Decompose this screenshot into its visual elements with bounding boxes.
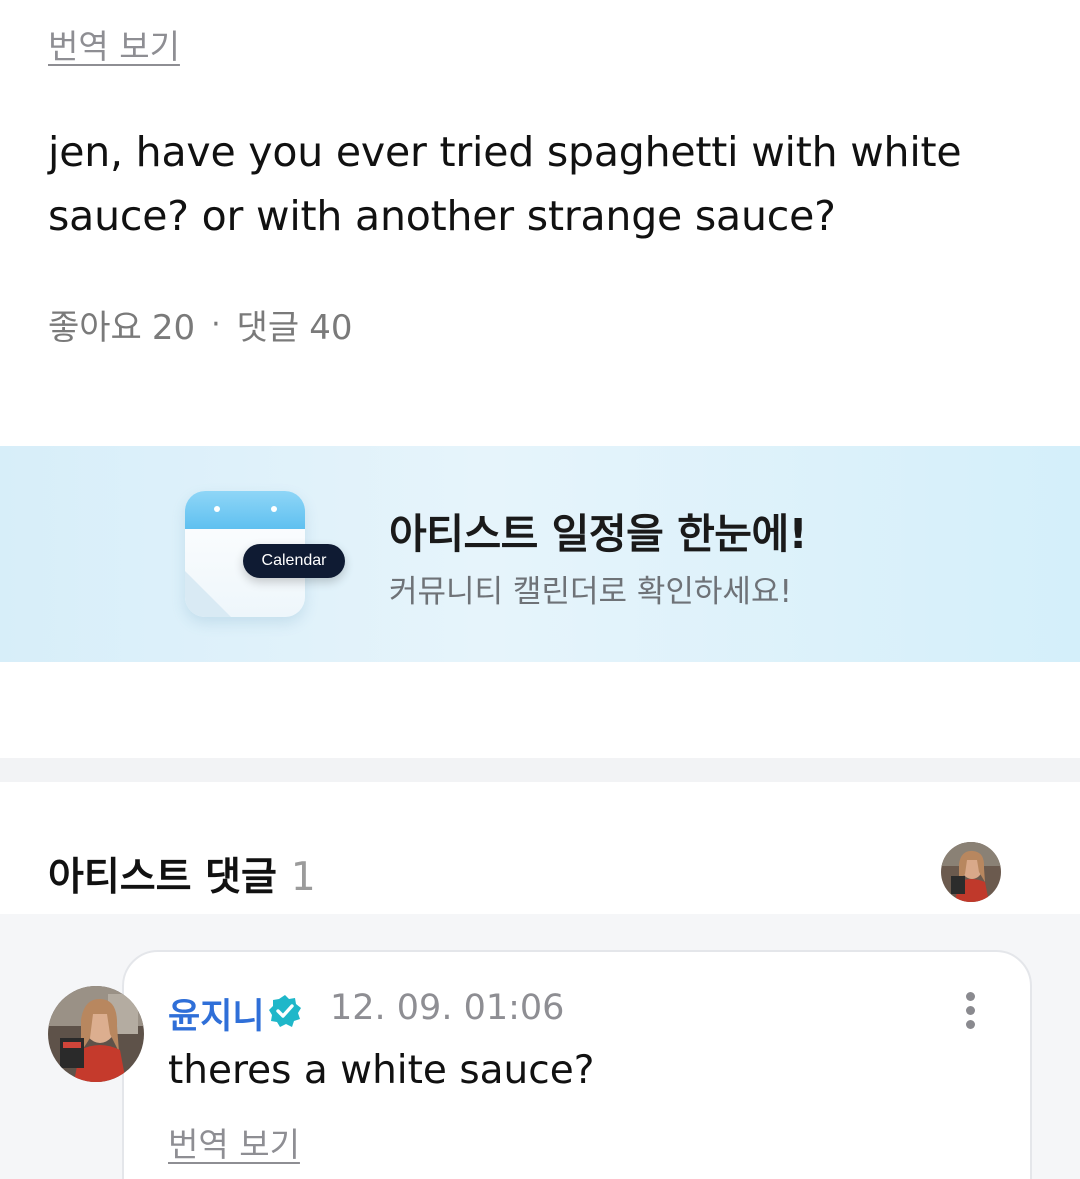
post-translate-link[interactable]: 번역 보기 — [48, 20, 180, 68]
comments-label: 댓글 — [236, 308, 300, 348]
post-body-text: jen, have you ever tried spaghetti with … — [48, 128, 962, 240]
comments-stat[interactable]: 댓글 40 — [237, 300, 353, 349]
artist-avatar-icon[interactable] — [941, 842, 1001, 902]
likes-stat[interactable]: 좋아요 20 — [48, 300, 195, 349]
artist-comments-title: 아티스트 댓글 — [48, 855, 277, 900]
calendar-badge: Calendar — [243, 544, 345, 578]
comment-author-name[interactable]: 윤지니 — [168, 988, 265, 1039]
section-divider — [0, 758, 1080, 782]
more-options-icon[interactable] — [952, 988, 988, 1032]
comment-translate-link[interactable]: 번역 보기 — [168, 1118, 300, 1166]
comment-author-avatar[interactable] — [48, 986, 144, 1082]
likes-count: 20 — [151, 308, 196, 348]
banner-title: 아티스트 일정을 한눈에! — [389, 510, 807, 558]
post-stats: 좋아요 20 · 댓글 40 — [48, 300, 352, 349]
likes-label: 좋아요 — [48, 308, 142, 348]
comments-count: 40 — [309, 308, 353, 348]
comment-timestamp: 12. 09. 01:06 — [330, 988, 565, 1028]
comment-text: theres a white sauce? — [168, 1048, 595, 1093]
artist-comments-header: 아티스트 댓글 1 — [48, 846, 316, 902]
verified-badge-icon — [269, 995, 301, 1027]
community-post-page: 번역 보기 jen, have you ever tried spaghetti… — [0, 0, 1080, 1179]
stats-separator: · — [211, 307, 221, 342]
banner-subtitle: 커뮤니티 캘린더로 확인하세요! — [389, 574, 792, 610]
artist-comments-count: 1 — [290, 855, 316, 900]
